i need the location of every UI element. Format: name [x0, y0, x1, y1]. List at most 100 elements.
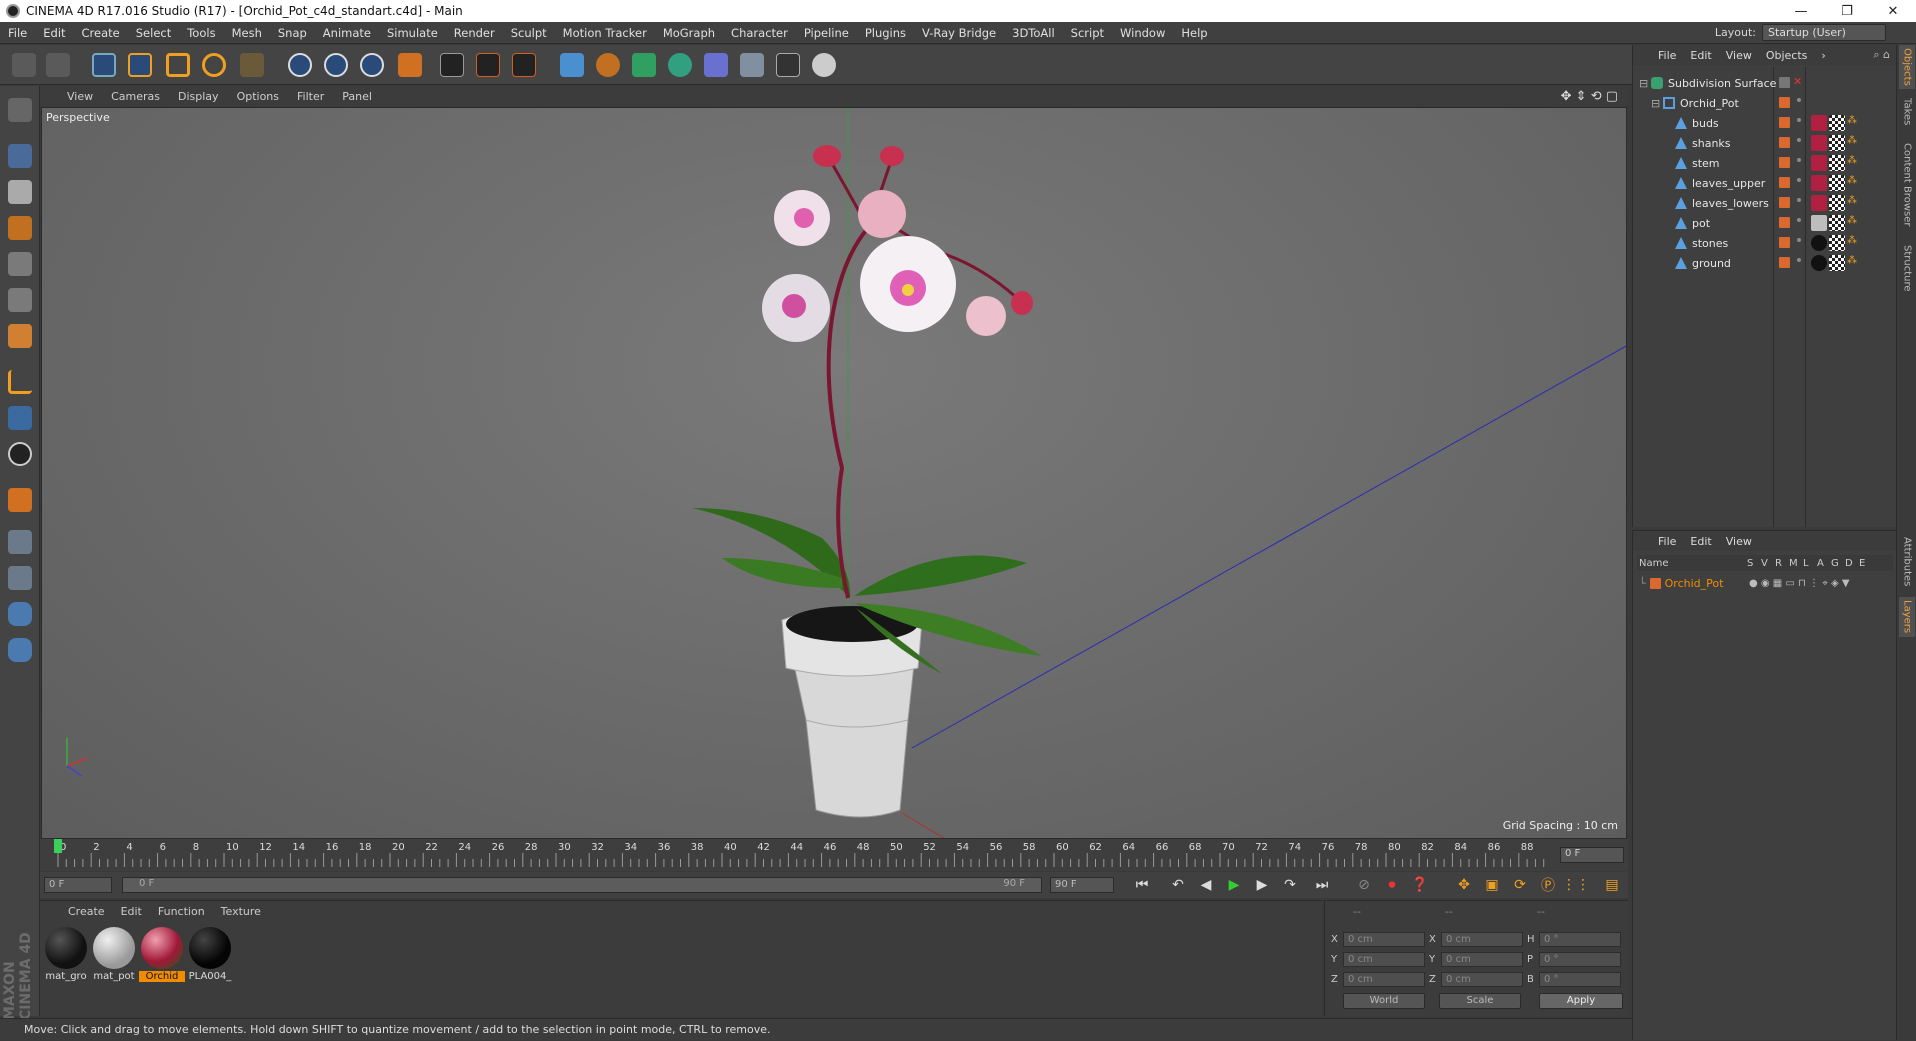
- apply-button[interactable]: Apply: [1539, 993, 1623, 1009]
- add-floor-button[interactable]: [736, 49, 768, 81]
- add-spline-button[interactable]: [592, 49, 624, 81]
- model-mode-button[interactable]: [4, 140, 36, 172]
- menu-snap[interactable]: Snap: [270, 22, 315, 44]
- material-tag-orchid[interactable]: [1811, 135, 1827, 151]
- move-tool-button[interactable]: [124, 49, 156, 81]
- object-row-stem[interactable]: stem ⁂: [1633, 153, 1897, 173]
- viewport-menu-view[interactable]: View: [58, 90, 102, 103]
- objects-menu-more[interactable]: ›: [1814, 49, 1832, 62]
- object-row-ground[interactable]: ground ⁂: [1633, 253, 1897, 273]
- previous-frame-button[interactable]: ◀: [1194, 874, 1218, 896]
- menu-3dtoall[interactable]: 3DToAll: [1004, 22, 1063, 44]
- editor-visibility-dot[interactable]: [1797, 98, 1801, 102]
- layer-color-tag[interactable]: [1779, 137, 1790, 148]
- editor-visibility-dot[interactable]: [1797, 158, 1801, 162]
- material-mat-gro[interactable]: mat_gro: [43, 927, 89, 987]
- position-x-field[interactable]: 0 cm: [1343, 931, 1425, 947]
- add-deformer-button[interactable]: [700, 49, 732, 81]
- layer-color-tag[interactable]: [1779, 197, 1790, 208]
- material-tag-orchid[interactable]: [1811, 195, 1827, 211]
- y-axis-lock-button[interactable]: [320, 49, 352, 81]
- record-active-button[interactable]: ⊘: [1352, 874, 1376, 896]
- menu-pipeline[interactable]: Pipeline: [796, 22, 857, 44]
- menu-help[interactable]: Help: [1173, 22, 1215, 44]
- z-axis-lock-button[interactable]: [356, 49, 388, 81]
- material-tag-orchid[interactable]: [1811, 155, 1827, 171]
- tab-objects[interactable]: Objects: [1899, 45, 1915, 89]
- menu-render[interactable]: Render: [446, 22, 503, 44]
- uvw-tag-icon[interactable]: [1829, 255, 1845, 271]
- size-z-field[interactable]: 0 cm: [1441, 971, 1523, 987]
- scale-mode-dropdown[interactable]: Scale: [1439, 993, 1521, 1009]
- phong-tag-icon[interactable]: ⁂: [1847, 135, 1863, 151]
- menu-motion-tracker[interactable]: Motion Tracker: [555, 22, 655, 44]
- menu-window[interactable]: Window: [1112, 22, 1173, 44]
- transform-tool-button[interactable]: [236, 49, 268, 81]
- material-orchid[interactable]: Orchid: [139, 927, 185, 987]
- render-picture-viewer-button[interactable]: [472, 49, 504, 81]
- go-to-end-button[interactable]: ⏭: [1310, 874, 1334, 896]
- layer-color-tag[interactable]: [1779, 97, 1790, 108]
- object-row-leaves-lowers[interactable]: leaves_lowers ⁂: [1633, 193, 1897, 213]
- material-menu-edit[interactable]: Edit: [113, 905, 150, 918]
- object-row-leaves-upper[interactable]: leaves_upper ⁂: [1633, 173, 1897, 193]
- magnet-button[interactable]: [4, 484, 36, 516]
- search-icon[interactable]: ⌕ ⌂: [1873, 48, 1890, 62]
- position-z-field[interactable]: 0 cm: [1343, 971, 1425, 987]
- uvw-tag-icon[interactable]: [1829, 175, 1845, 191]
- menu-mograph[interactable]: MoGraph: [655, 22, 723, 44]
- material-menu-function[interactable]: Function: [150, 905, 213, 918]
- material-mat-pot[interactable]: mat_pot: [91, 927, 137, 987]
- menu-sculpt[interactable]: Sculpt: [503, 22, 555, 44]
- viewport-menu-display[interactable]: Display: [169, 90, 228, 103]
- layers-menu-file[interactable]: File: [1651, 535, 1683, 548]
- x-axis-lock-button[interactable]: [284, 49, 316, 81]
- visibility-toggle[interactable]: [1779, 77, 1790, 88]
- world-mode-dropdown[interactable]: World: [1343, 993, 1425, 1009]
- editor-visibility-dot[interactable]: [1797, 238, 1801, 242]
- material-tag-orchid[interactable]: [1811, 115, 1827, 131]
- menu-mesh[interactable]: Mesh: [224, 22, 270, 44]
- layer-toggle-icons[interactable]: ● ◉ ▦ ▭ ⊓ ⋮ ⌖ ◈ ▼: [1749, 578, 1850, 589]
- editor-visibility-dot[interactable]: [1797, 258, 1801, 262]
- editor-visibility-dot[interactable]: [1797, 218, 1801, 222]
- close-button[interactable]: ✕: [1870, 0, 1916, 22]
- material-menu-create[interactable]: Create: [60, 905, 113, 918]
- object-row-buds[interactable]: buds ⁂: [1633, 113, 1897, 133]
- current-frame-field[interactable]: 0 F: [1560, 847, 1624, 863]
- go-to-start-button[interactable]: ⏮: [1130, 874, 1154, 896]
- key-position-button[interactable]: ✥: [1452, 874, 1476, 896]
- make-editable-button[interactable]: [4, 94, 36, 126]
- objects-menu-edit[interactable]: Edit: [1683, 49, 1718, 62]
- phong-tag-icon[interactable]: ⁂: [1847, 115, 1863, 131]
- rotate-tool-button[interactable]: [198, 49, 230, 81]
- object-row-shanks[interactable]: shanks ⁂: [1633, 133, 1897, 153]
- object-row-stones[interactable]: stones ⁂: [1633, 233, 1897, 253]
- material-tag-pla004[interactable]: [1811, 235, 1827, 251]
- scale-tool-button[interactable]: [162, 49, 194, 81]
- live-selection-button[interactable]: [88, 49, 120, 81]
- next-frame-button[interactable]: ▶: [1250, 874, 1274, 896]
- polygons-mode-button[interactable]: [4, 320, 36, 352]
- collapse-icon[interactable]: ⊟: [1639, 77, 1651, 90]
- collapse-icon[interactable]: ⊟: [1651, 97, 1663, 110]
- texture-mode-button[interactable]: [4, 176, 36, 208]
- phong-tag-icon[interactable]: ⁂: [1847, 255, 1863, 271]
- layout-select[interactable]: Startup (User): [1762, 24, 1886, 41]
- key-pla-button[interactable]: ⋮⋮: [1562, 874, 1590, 896]
- rotation-p-field[interactable]: 0 °: [1539, 951, 1621, 967]
- menu-plugins[interactable]: Plugins: [857, 22, 914, 44]
- undo-button[interactable]: [8, 49, 40, 81]
- perspective-viewport[interactable]: Perspective Grid Spacing: 10 cm: [41, 107, 1627, 839]
- editor-visibility-dot[interactable]: [1797, 198, 1801, 202]
- editor-visibility-dot[interactable]: [1797, 178, 1801, 182]
- key-scale-button[interactable]: ▣: [1480, 874, 1504, 896]
- object-row-orchid-pot[interactable]: ⊟ Orchid_Pot: [1633, 93, 1897, 113]
- minimize-button[interactable]: —: [1778, 0, 1824, 22]
- size-x-field[interactable]: 0 cm: [1441, 931, 1523, 947]
- timeline-window-button[interactable]: ▤: [1600, 874, 1624, 896]
- uvw-tag-icon[interactable]: [1829, 235, 1845, 251]
- coordinate-system-button[interactable]: [394, 49, 426, 81]
- material-menu-texture[interactable]: Texture: [213, 905, 269, 918]
- add-subdivision-button[interactable]: [628, 49, 660, 81]
